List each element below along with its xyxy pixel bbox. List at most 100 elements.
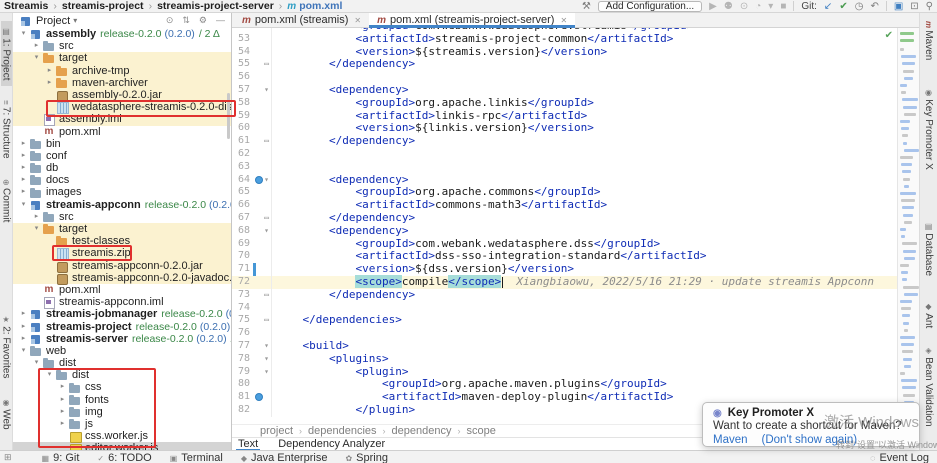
tree-toggle-icon[interactable]: ▸ bbox=[18, 174, 29, 186]
rollback-icon[interactable]: ↶ bbox=[870, 1, 878, 12]
tree-item[interactable]: ▸src bbox=[13, 211, 232, 223]
tree-toggle-icon[interactable]: ▸ bbox=[18, 150, 29, 162]
tool-window-bean-validation[interactable]: ◈ Bean Validation bbox=[923, 346, 934, 427]
tree-toggle-icon[interactable]: ▸ bbox=[31, 211, 42, 223]
tree-toggle-icon[interactable]: ▾ bbox=[18, 28, 29, 40]
tree-toggle-icon[interactable]: ▸ bbox=[18, 333, 29, 345]
debug-icon[interactable]: ⚉ bbox=[724, 1, 733, 12]
profiler-icon[interactable]: ◔ bbox=[755, 1, 761, 12]
tree-toggle-icon[interactable]: ▾ bbox=[31, 223, 42, 235]
fold-marker-icon[interactable]: ▾ bbox=[264, 353, 269, 366]
tree-toggle-icon[interactable]: ▸ bbox=[31, 40, 42, 52]
tool-window-commit[interactable]: ⊕ Commit bbox=[1, 173, 12, 228]
close-tab-icon[interactable]: ✕ bbox=[354, 16, 361, 25]
tool-window-maven[interactable]: m Maven bbox=[923, 21, 934, 60]
todo-tool-button[interactable]: ✓6: TODO bbox=[97, 452, 151, 463]
tool-window-web[interactable]: ◉ Web bbox=[1, 392, 12, 436]
tree-item[interactable]: streamis-appconn.iml bbox=[13, 296, 232, 308]
code-line[interactable]: 55▭ </dependency> bbox=[232, 58, 897, 71]
tree-item[interactable]: ▸bin bbox=[13, 138, 232, 150]
build-icon[interactable]: ⚒ bbox=[582, 1, 591, 12]
tree-toggle-icon[interactable]: ▾ bbox=[31, 52, 42, 64]
collapse-all-icon[interactable]: ⇅ bbox=[182, 15, 190, 26]
xml-breadcrumb-item[interactable]: dependencies bbox=[308, 425, 377, 437]
fold-marker-icon[interactable]: ▭ bbox=[264, 314, 269, 327]
breadcrumb-item[interactable]: streamis-project bbox=[62, 0, 144, 12]
tree-item[interactable]: ▾target bbox=[13, 52, 232, 64]
search-everywhere-icon[interactable]: ⚲ bbox=[926, 1, 933, 12]
fold-marker-icon[interactable]: ▭ bbox=[264, 58, 269, 71]
terminal-tool-button[interactable]: ▣Terminal bbox=[170, 452, 223, 463]
editor-tab[interactable]: mpom.xml (streamis)✕ bbox=[234, 13, 369, 27]
tree-item[interactable]: ▸archive-tmp bbox=[13, 65, 232, 77]
update-project-icon[interactable]: ↙ bbox=[824, 1, 832, 12]
tree-item[interactable]: ▾assemblyrelease-0.2.0(0.2.0)/ 2 Δ bbox=[13, 28, 232, 40]
editor-minimap[interactable] bbox=[897, 28, 919, 424]
xml-breadcrumb-item[interactable]: scope bbox=[467, 425, 496, 437]
editor-view-tab[interactable]: Dependency Analyzer bbox=[276, 438, 387, 451]
profiler-dropdown-icon[interactable]: ▾ bbox=[768, 1, 773, 12]
commit-icon[interactable]: ✔ bbox=[839, 1, 847, 12]
gutter-maven-icon[interactable] bbox=[255, 393, 263, 401]
breadcrumb-file[interactable]: mpom.xml bbox=[287, 0, 342, 12]
fold-marker-icon[interactable]: ▾ bbox=[264, 340, 269, 353]
fold-marker-icon[interactable]: ▭ bbox=[264, 212, 269, 225]
tree-item[interactable]: ▸streamis-serverrelease-0.2.0(0.2.0)/ 2 … bbox=[13, 333, 232, 345]
tree-toggle-icon[interactable]: ▸ bbox=[18, 138, 29, 150]
fold-marker-icon[interactable]: ▾ bbox=[264, 174, 269, 187]
close-tab-icon[interactable]: ✕ bbox=[560, 16, 567, 25]
tool-window-database[interactable]: ▤ Database bbox=[923, 222, 934, 276]
tree-item[interactable]: ▸streamis-jobmanagerrelease-0.2.0(0.2.0)… bbox=[13, 308, 232, 320]
tree-toggle-icon[interactable]: ▸ bbox=[18, 186, 29, 198]
tree-item[interactable]: streamis-appconn-0.2.0.jar bbox=[13, 260, 232, 272]
popup-maven-link[interactable]: Maven bbox=[713, 434, 748, 446]
hide-panel-icon[interactable]: — bbox=[216, 15, 225, 26]
inspections-ok-icon[interactable]: ✔ bbox=[885, 30, 893, 41]
code-line[interactable]: 75▭ </dependencies> bbox=[232, 314, 897, 327]
coverage-icon[interactable]: ⊙ bbox=[740, 1, 748, 12]
locate-file-icon[interactable]: ⊙ bbox=[166, 15, 174, 26]
stop-icon[interactable]: ■ bbox=[780, 1, 786, 12]
xml-breadcrumb-item[interactable]: project bbox=[260, 425, 293, 437]
tree-toggle-icon[interactable]: ▸ bbox=[18, 321, 29, 333]
tree-item[interactable]: mpom.xml bbox=[13, 126, 232, 138]
run-icon[interactable]: ▶ bbox=[709, 1, 717, 12]
tool-window-project[interactable]: ▤ 1: Project bbox=[1, 21, 12, 86]
history-icon[interactable]: ◷ bbox=[855, 1, 864, 12]
git-tool-button[interactable]: ▦9: Git bbox=[42, 452, 80, 463]
tool-window-key-promoter-x[interactable]: ◉ Key Promoter X bbox=[923, 88, 934, 170]
fold-marker-icon[interactable]: ▾ bbox=[264, 84, 269, 97]
fold-marker-icon[interactable]: ▾ bbox=[264, 366, 269, 379]
run-anything-icon[interactable]: ⊡ bbox=[910, 1, 918, 12]
tree-toggle-icon[interactable]: ▾ bbox=[18, 199, 29, 211]
editor-view-tab[interactable]: Text bbox=[236, 438, 260, 451]
tree-toggle-icon[interactable]: ▸ bbox=[18, 308, 29, 320]
code-line[interactable]: 73▭ </dependency> bbox=[232, 289, 897, 302]
tree-item[interactable]: streamis-appconn-0.2.0-javadoc.jar bbox=[13, 272, 232, 284]
project-structure-icon[interactable]: ▣ bbox=[894, 1, 903, 12]
code-line[interactable]: 62 bbox=[232, 148, 897, 161]
java-enterprise-tool-button[interactable]: ◆Java Enterprise bbox=[241, 452, 328, 463]
tree-toggle-icon[interactable]: ▸ bbox=[18, 162, 29, 174]
tree-item[interactable]: ▾web bbox=[13, 345, 232, 357]
chevron-down-icon[interactable]: ▾ bbox=[73, 16, 77, 25]
add-configuration-button[interactable]: Add Configuration... bbox=[598, 1, 702, 12]
code-line[interactable]: 78▾ <plugins> bbox=[232, 353, 897, 366]
tool-window-switcher-icon[interactable]: ⊞ bbox=[4, 452, 12, 463]
tree-toggle-icon[interactable]: ▸ bbox=[44, 65, 55, 77]
editor-tab[interactable]: mpom.xml (streamis-project-server)✕ bbox=[369, 13, 575, 27]
gutter-maven-icon[interactable] bbox=[255, 176, 263, 184]
tree-toggle-icon[interactable]: ▸ bbox=[44, 77, 55, 89]
tree-item[interactable]: ▸maven-archiver bbox=[13, 77, 232, 89]
code-line[interactable]: 61▭ </dependency> bbox=[232, 135, 897, 148]
project-panel-title[interactable]: Project bbox=[36, 15, 70, 27]
xml-breadcrumb-item[interactable]: dependency bbox=[392, 425, 452, 437]
tool-window-ant[interactable]: ◆ Ant bbox=[923, 302, 934, 328]
spring-tool-button[interactable]: ✿Spring bbox=[345, 452, 388, 463]
fold-marker-icon[interactable]: ▭ bbox=[264, 135, 269, 148]
breadcrumb-item[interactable]: Streamis bbox=[4, 0, 48, 12]
fold-marker-icon[interactable]: ▭ bbox=[264, 289, 269, 302]
tree-item[interactable]: ▸conf bbox=[13, 150, 232, 162]
tree-item[interactable]: ▸db bbox=[13, 162, 232, 174]
tool-window-structure[interactable]: ≡ 7: Structure bbox=[1, 94, 12, 165]
